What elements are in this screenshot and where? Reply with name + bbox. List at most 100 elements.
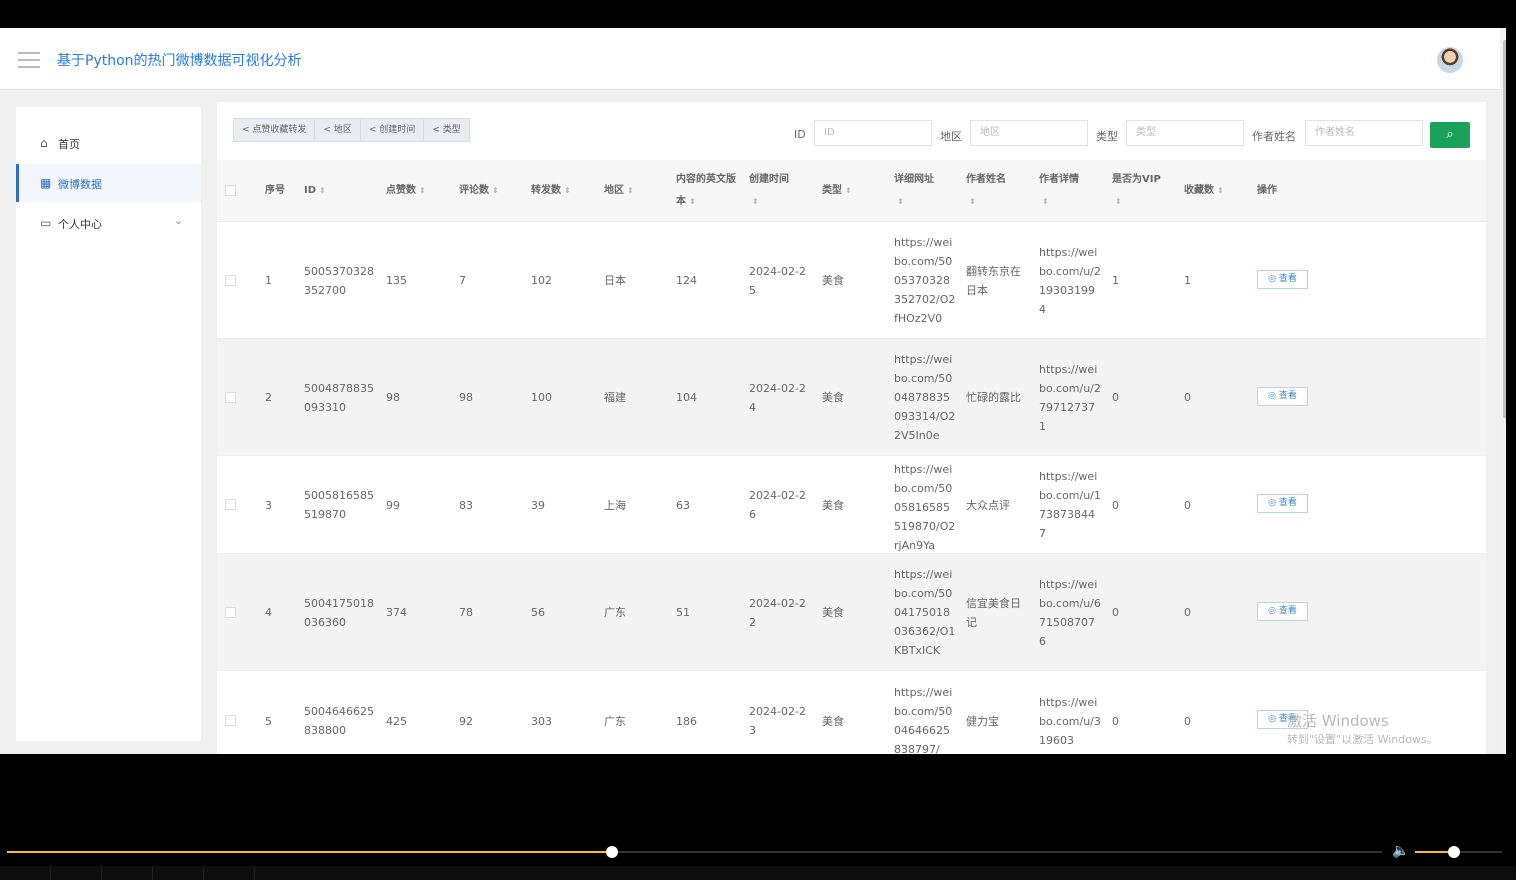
cell-index: 5: [265, 714, 272, 728]
data-table: 序号 ID ⬍ 点赞数 ⬍ 评论数 ⬍ 转发数 ⬍ 地区 ⬍ 内容的英文版本 ⬍ 创建时间 ⬍…: [217, 160, 1486, 754]
cell-region: 广东: [604, 714, 626, 728]
cell-reposts: 39: [531, 498, 545, 512]
cell-region: 日本: [604, 274, 626, 287]
volume-slider[interactable]: [1415, 846, 1502, 858]
header-index: 序号: [265, 185, 285, 196]
header-comments[interactable]: 评论数 ⬍: [459, 180, 499, 202]
browser-viewport: 基于Python的热门微博数据可视化分析 ⌂ 首页 ▦ 微博数据 ▭ 个人中心 …: [0, 28, 1506, 754]
eye-icon: ◎: [1268, 390, 1279, 401]
toolbar-button-type[interactable]: < 类型: [424, 119, 468, 141]
toolbar-button-label: 点赞收藏转发: [252, 125, 307, 135]
volume-icon[interactable]: 🔈: [1392, 843, 1409, 859]
cell-id: 5005816585519870: [304, 489, 374, 521]
header-en-version[interactable]: 内容的英文版本 ⬍: [676, 169, 736, 213]
row-checkbox[interactable]: [225, 606, 236, 618]
seek-bar-progress: [7, 851, 612, 853]
cell-index: 4: [265, 606, 272, 619]
cell-type: 美食: [822, 274, 844, 287]
sidebar-item-label: 首页: [58, 138, 80, 151]
cell-type: 美食: [822, 714, 844, 728]
cell-en-version: 51: [676, 606, 690, 619]
header-type[interactable]: 类型 ⬍: [822, 180, 852, 202]
header-created[interactable]: 创建时间 ⬍: [749, 169, 799, 213]
cell-favorites: 0: [1184, 714, 1191, 728]
cell-en-version: 104: [676, 391, 697, 404]
type-filter-input[interactable]: 类型: [1126, 120, 1244, 146]
sidebar-item-weibo-data[interactable]: ▦ 微博数据: [16, 164, 201, 202]
sidebar-item-label: 个人中心: [58, 218, 102, 231]
cell-type: 美食: [822, 606, 844, 619]
cell-url: https://weibo.com/5004175018036362/O1KBT…: [894, 568, 956, 657]
cell-id: 5004175018036360: [304, 596, 374, 629]
row-checkbox[interactable]: [225, 391, 236, 403]
eye-icon: ◎: [1268, 498, 1279, 508]
cell-vip: 1: [1112, 274, 1119, 287]
eye-icon: ◎: [1268, 714, 1279, 724]
activation-watermark-subtitle: 转到"设置"以激活 Windows。: [1287, 733, 1438, 746]
view-button[interactable]: ◎ 查看: [1257, 386, 1308, 406]
app-title: 基于Python的热门微博数据可视化分析: [57, 53, 302, 69]
cell-type: 美食: [822, 498, 844, 512]
view-button[interactable]: ◎ 查看: [1257, 269, 1308, 289]
header-author-detail[interactable]: 作者详情 ⬍: [1039, 169, 1089, 213]
header-author[interactable]: 作者姓名 ⬍: [966, 169, 1016, 213]
share-icon: <: [368, 125, 377, 135]
avatar[interactable]: [1437, 47, 1463, 73]
cell-region: 上海: [604, 498, 626, 512]
header-url[interactable]: 详细网址 ⬍: [894, 169, 944, 213]
menu-toggle-icon[interactable]: [18, 52, 40, 68]
header-vip[interactable]: 是否为VIP ⬍: [1112, 169, 1172, 213]
cell-comments: 92: [459, 714, 473, 728]
vertical-scrollbar[interactable]: [1500, 28, 1506, 754]
cell-comments: 98: [459, 391, 473, 404]
seek-bar-handle[interactable]: [606, 846, 618, 858]
toolbar-button-label: 创建时间: [379, 125, 416, 135]
region-filter-input[interactable]: 地区: [970, 120, 1088, 146]
author-filter-input[interactable]: 作者姓名: [1305, 120, 1423, 146]
share-icon: <: [242, 125, 250, 135]
cell-author: 翻转东京在日本: [966, 264, 1021, 297]
header-likes[interactable]: 点赞数 ⬍: [386, 180, 426, 202]
cell-author: 信宜美食日记: [966, 596, 1021, 629]
view-button-label: 查看: [1278, 605, 1297, 616]
cell-author-detail: https://weibo.com/u/2797127371: [1039, 362, 1101, 433]
header-favorites[interactable]: 收藏数 ⬍: [1184, 180, 1224, 202]
cell-reposts: 56: [531, 606, 545, 619]
table-row: 4 5004175018036360 374 78 56 广东 51 2024-02-22 美食…: [217, 554, 1486, 671]
select-all-checkbox[interactable]: [225, 185, 236, 196]
sort-icon: ⬍: [752, 197, 759, 206]
view-button[interactable]: ◎ 查看: [1257, 601, 1308, 621]
chart-toolbar: < 点赞收藏转发 < 地区 < 创建时间 < 类型: [233, 118, 470, 142]
header-region[interactable]: 地区 ⬍: [604, 180, 634, 202]
scrollbar-thumb[interactable]: [1503, 40, 1506, 418]
row-checkbox[interactable]: [225, 715, 236, 726]
sidebar-item-user-center[interactable]: ▭ 个人中心 ⌄: [16, 204, 201, 242]
player-bottom-bar: [0, 866, 1516, 880]
sort-icon: ⬍: [689, 197, 696, 206]
seek-bar[interactable]: [7, 846, 1382, 858]
view-button[interactable]: ◎ 查看: [1257, 494, 1308, 513]
sidebar-item-home[interactable]: ⌂ 首页: [16, 124, 201, 162]
cell-created: 2024-02-25: [749, 264, 806, 297]
sort-icon: ⬍: [1115, 197, 1122, 206]
cell-vip: 0: [1112, 606, 1119, 619]
row-checkbox[interactable]: [225, 274, 236, 286]
row-checkbox[interactable]: [225, 499, 236, 510]
id-filter-input[interactable]: ID: [814, 120, 932, 146]
toolbar-button-region[interactable]: < 地区: [315, 119, 361, 141]
cell-likes: 135: [386, 274, 407, 287]
table-row: 1 5005370328352700 135 7 102 日本 124 2024-02-25 美…: [217, 222, 1486, 339]
toolbar-button-created[interactable]: < 创建时间: [361, 119, 425, 141]
chevron-down-icon: ⌄: [174, 214, 184, 227]
sort-icon: ⬍: [627, 186, 634, 195]
volume-handle[interactable]: [1448, 846, 1461, 858]
cell-comments: 83: [459, 498, 473, 512]
cell-id: 5005370328352700: [304, 264, 374, 297]
header-id[interactable]: ID ⬍: [304, 180, 326, 202]
toolbar-button-likes[interactable]: < 点赞收藏转发: [234, 119, 316, 141]
search-button[interactable]: ⌕: [1430, 122, 1470, 148]
table-row: 3 5005816585519870 99 83 39 上海 63 2024-02-26 美食 h…: [217, 456, 1486, 554]
header-reposts[interactable]: 转发数 ⬍: [531, 180, 571, 202]
sidebar-item-label: 微博数据: [58, 178, 102, 191]
sort-icon: ⬍: [845, 186, 852, 195]
